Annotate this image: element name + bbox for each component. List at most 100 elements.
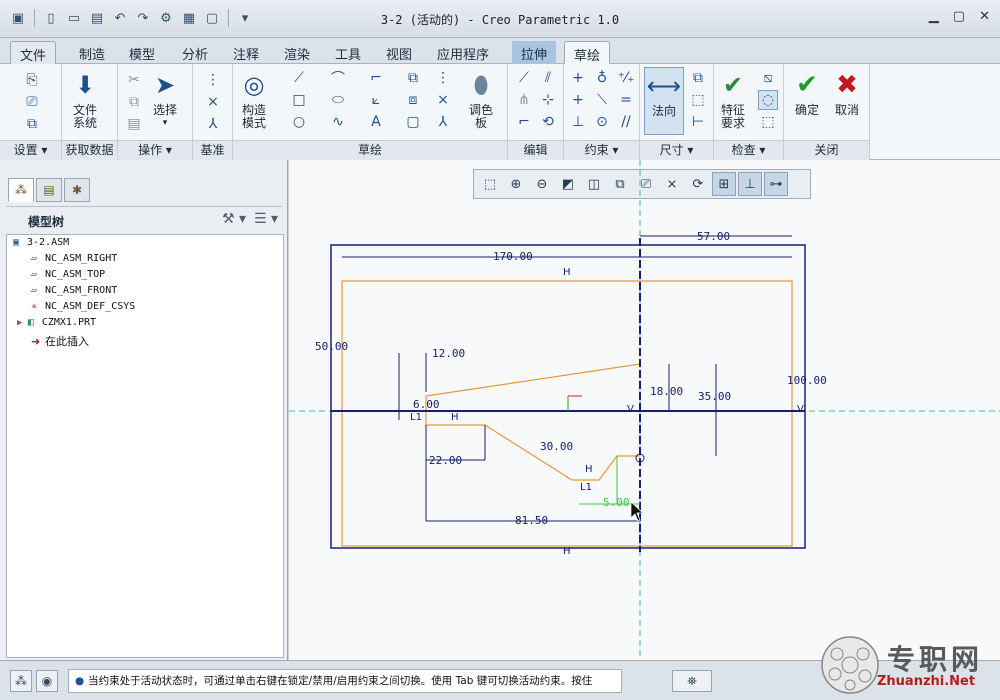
- dimension-label[interactable]: 100.00: [787, 374, 827, 387]
- perimeter-icon[interactable]: ⧉: [688, 68, 708, 88]
- dimension-label[interactable]: 18.00: [650, 385, 683, 398]
- length-constraint-symbol[interactable]: L1: [410, 412, 422, 423]
- dimension-label[interactable]: 35.00: [698, 390, 731, 403]
- cancel-button[interactable]: ✖ 取消: [832, 70, 862, 117]
- coincident-constraint-icon[interactable]: ⊙: [592, 112, 612, 132]
- symmetric-constraint-icon[interactable]: ⁺⁄₊: [616, 68, 636, 88]
- ellipse-icon[interactable]: ⬭: [328, 90, 348, 110]
- midpoint-constraint-icon[interactable]: ⟍: [592, 90, 612, 110]
- close-icon[interactable]: ✕: [979, 9, 990, 24]
- browser-toggle-icon[interactable]: ◉: [36, 670, 58, 692]
- dimension-label[interactable]: 57.00: [697, 230, 730, 243]
- model-tree-tab-icon[interactable]: ⁂: [8, 178, 34, 202]
- modify-icon[interactable]: ⟋: [514, 68, 534, 88]
- tab-model[interactable]: 模型: [120, 41, 164, 64]
- tree-item[interactable]: ➜ 在此插入: [31, 333, 89, 349]
- references-icon[interactable]: ⎚: [22, 92, 42, 112]
- graphics-window[interactable]: ⬚ ⊕ ⊖ ◩ ◫ ⧉ ⎚ ⨯ ⟳ ⊞ ⊥ ⊶ 57.00 170.00 50.…: [289, 160, 1000, 660]
- circle-icon[interactable]: ○: [289, 112, 309, 132]
- navigator-toggle-icon[interactable]: ⁂: [10, 670, 32, 692]
- dimension-label-active[interactable]: 5.00: [603, 496, 630, 509]
- line-icon[interactable]: ⟋: [289, 68, 309, 88]
- fillet-icon[interactable]: ⌐: [366, 68, 386, 88]
- dimension-label[interactable]: 30.00: [540, 440, 573, 453]
- tree-item[interactable]: ✳ NC_ASM_DEF_CSYS: [31, 301, 135, 312]
- tab-view[interactable]: 视图: [377, 41, 421, 64]
- group-label[interactable]: 检查 ▾: [714, 140, 783, 160]
- horizontal-constraint-symbol[interactable]: H: [451, 412, 459, 423]
- sketch-canvas[interactable]: [289, 160, 1000, 660]
- paste-icon[interactable]: ▤: [124, 114, 144, 134]
- rectangle-icon[interactable]: □: [289, 90, 309, 110]
- point-icon[interactable]: ×: [203, 92, 223, 112]
- length-constraint-symbol[interactable]: L1: [580, 482, 592, 493]
- minimize-icon[interactable]: ▁: [929, 9, 939, 24]
- corner-icon[interactable]: ⌐: [514, 112, 534, 132]
- tab-manufacture[interactable]: 制造: [70, 41, 114, 64]
- thicken-icon[interactable]: ⧈: [403, 90, 423, 110]
- maximize-icon[interactable]: ▢: [953, 9, 965, 24]
- project-icon[interactable]: ▢: [403, 112, 423, 132]
- group-label[interactable]: 操作 ▾: [118, 140, 192, 160]
- dimension-label[interactable]: 6.00: [413, 398, 440, 411]
- tree-item[interactable]: ▣ 3-2.ASM: [13, 237, 69, 248]
- dimension-label[interactable]: 22.00: [429, 454, 462, 467]
- construction-mode-button[interactable]: ◎ 构造模式: [239, 70, 269, 130]
- horizontal-constraint-symbol[interactable]: H: [563, 546, 571, 557]
- divide-icon[interactable]: ⊹: [538, 90, 558, 110]
- sketch-slanted-line[interactable]: [425, 363, 641, 397]
- vertical-constraint-symbol[interactable]: V: [627, 404, 634, 415]
- select-button[interactable]: ➤ 选择 ▾: [150, 70, 180, 130]
- tree-item[interactable]: ▶ ◧ CZMX1.PRT: [17, 317, 96, 328]
- delete-segment-icon[interactable]: ⫽: [538, 68, 558, 88]
- offset-icon[interactable]: ⧉: [403, 68, 423, 88]
- tree-item[interactable]: ▱ NC_ASM_FRONT: [31, 285, 117, 296]
- ok-button[interactable]: ✔ 确定: [792, 70, 822, 117]
- tangent-constraint-icon[interactable]: ♁: [592, 68, 612, 88]
- settings-hammer-icon[interactable]: ⚒ ▾: [222, 211, 246, 227]
- expand-arrow-icon[interactable]: ▶: [17, 318, 28, 328]
- tab-render[interactable]: 渲染: [275, 41, 319, 64]
- horizontal-constraint-icon[interactable]: +: [568, 90, 588, 110]
- reference-dimension-icon[interactable]: ⊢: [688, 112, 708, 132]
- dimension-label[interactable]: 12.00: [432, 347, 465, 360]
- horizontal-constraint-symbol[interactable]: H: [585, 464, 593, 475]
- dimension-label[interactable]: 170.00: [493, 250, 533, 263]
- tab-applications[interactable]: 应用程序: [428, 41, 498, 64]
- sketch-view-icon[interactable]: ⧉: [22, 114, 42, 134]
- dimension-label[interactable]: 50.00: [315, 340, 348, 353]
- spline-icon[interactable]: ∿: [328, 112, 348, 132]
- perpendicular-constraint-icon[interactable]: ⊥: [568, 112, 588, 132]
- tab-tools[interactable]: 工具: [326, 41, 370, 64]
- parallel-constraint-icon[interactable]: //: [616, 112, 636, 132]
- tab-analysis[interactable]: 分析: [173, 41, 217, 64]
- group-label[interactable]: 尺寸 ▾: [640, 140, 713, 160]
- overlapping-geometry-icon[interactable]: ⧅: [758, 68, 778, 88]
- file-system-button[interactable]: ⬇ 文件系统: [70, 70, 100, 130]
- arc-icon[interactable]: ⌒: [328, 68, 348, 88]
- cut-icon[interactable]: ✂: [124, 70, 144, 90]
- highlight-open-ends-icon[interactable]: ◌: [758, 90, 778, 110]
- shade-closed-loops-icon[interactable]: ⬚: [758, 112, 778, 132]
- rotate-resize-icon[interactable]: ⟲: [538, 112, 558, 132]
- equal-constraint-icon[interactable]: =: [616, 90, 636, 110]
- favorites-tab-icon[interactable]: ✱: [64, 178, 90, 202]
- sketch-csys-icon[interactable]: ⅄: [433, 112, 453, 132]
- tab-sketch[interactable]: 草绘: [564, 41, 611, 64]
- normal-dimension-button[interactable]: ⟷ 法向: [644, 67, 684, 135]
- group-label[interactable]: 设置 ▾: [0, 140, 61, 160]
- horizontal-constraint-symbol[interactable]: H: [563, 267, 571, 278]
- show-list-icon[interactable]: ☰ ▾: [254, 211, 278, 227]
- centerline-icon[interactable]: ⋮: [203, 70, 223, 90]
- dimension-label[interactable]: 81.50: [515, 514, 548, 527]
- copy-icon[interactable]: ⧉: [124, 92, 144, 112]
- palette-button[interactable]: ⬮ 调色板: [466, 70, 496, 130]
- sketch-setup-icon[interactable]: ⎘: [22, 70, 42, 90]
- vertical-constraint-symbol[interactable]: V: [797, 404, 804, 415]
- baseline-icon[interactable]: ⬚: [688, 90, 708, 110]
- tree-item[interactable]: ▱ NC_ASM_TOP: [31, 269, 105, 280]
- coord-system-icon[interactable]: ⅄: [203, 114, 223, 134]
- chamfer-icon[interactable]: ⟀: [366, 90, 386, 110]
- find-binoculars-icon[interactable]: ⛯: [672, 670, 712, 692]
- tab-extrude[interactable]: 拉伸: [512, 41, 557, 64]
